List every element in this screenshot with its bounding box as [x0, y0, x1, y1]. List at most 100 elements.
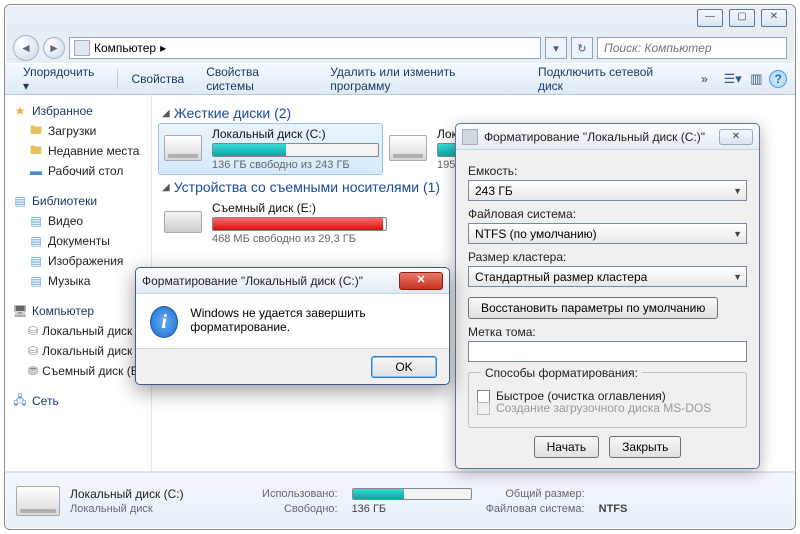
format-dialog-titlebar[interactable]: Форматирование "Локальный диск (C:)" ✕ — [456, 124, 759, 150]
sidebar-pictures[interactable]: ▤Изображения — [10, 251, 147, 271]
address-location: Компьютер — [94, 41, 156, 55]
capacity-label: Емкость: — [468, 164, 747, 178]
drive-free-text: 468 МБ свободно из 29,3 ГБ — [212, 233, 387, 245]
details-type: Локальный диск — [70, 503, 184, 515]
message-close-button[interactable]: ✕ — [399, 272, 443, 290]
help-button[interactable]: ? — [769, 70, 787, 88]
toolbar: Упорядочить ▾ Свойства Свойства системы … — [5, 63, 795, 95]
forward-button[interactable]: ► — [43, 37, 65, 59]
format-options-label: Способы форматирования: — [481, 366, 642, 380]
computer-icon — [74, 40, 90, 56]
drive-name: Съемный диск (E:) — [212, 201, 387, 215]
details-drive-name: Локальный диск (C:) — [70, 487, 184, 501]
hard-disk-icon — [389, 135, 427, 161]
usb-drive-icon — [164, 211, 202, 233]
cluster-combo[interactable]: Стандартный размер кластера — [468, 266, 747, 287]
nav-pane: ★Избранное 🖿Загрузки 🖿Недавние места ▬Ра… — [6, 95, 152, 471]
msdos-boot-checkbox: Создание загрузочного диска MS-DOS — [477, 401, 738, 415]
format-dialog-close[interactable]: ✕ — [719, 129, 753, 145]
drive-usage-bar — [212, 143, 379, 157]
sidebar-drive-c[interactable]: ⛁Локальный диск (C:) — [10, 321, 147, 341]
error-message-box: Форматирование "Локальный диск (C:)" ✕ i… — [135, 267, 450, 385]
computer-icon: 🖥 — [12, 303, 28, 319]
properties-button[interactable]: Свойства — [122, 68, 195, 90]
drive-e[interactable]: Съемный диск (E:) 468 МБ свободно из 29,… — [162, 201, 387, 245]
sidebar-recent[interactable]: 🖿Недавние места — [10, 141, 147, 161]
details-used-label: Использовано: — [198, 488, 338, 500]
drive-icon: ⛁ — [28, 323, 38, 339]
address-dropdown[interactable]: ▾ — [545, 37, 567, 59]
details-pane: Локальный диск (C:) Использовано: Общий … — [6, 472, 794, 528]
details-fs-label: Файловая система: — [486, 503, 585, 515]
favorites-header[interactable]: ★Избранное — [10, 101, 147, 121]
map-network-drive-button[interactable]: Подключить сетевой диск — [528, 61, 689, 97]
format-dialog-title: Форматирование "Локальный диск (C:)" — [484, 130, 713, 144]
network-header[interactable]: 🖧Сеть — [10, 391, 147, 411]
drive-c[interactable]: Локальный диск (C:) 136 ГБ свободно из 2… — [158, 123, 383, 175]
pictures-icon: ▤ — [28, 253, 44, 269]
libraries-icon: ▤ — [12, 193, 28, 209]
close-format-button[interactable]: Закрыть — [609, 436, 681, 458]
search-input[interactable] — [597, 37, 787, 59]
sidebar-documents[interactable]: ▤Документы — [10, 231, 147, 251]
sidebar-music[interactable]: ▤Музыка — [10, 271, 147, 291]
documents-icon: ▤ — [28, 233, 44, 249]
details-free-label: Свободно: — [198, 503, 338, 515]
folder-icon: 🖿 — [28, 123, 44, 139]
sidebar-drive-d[interactable]: ⛁Локальный диск (D:) — [10, 341, 147, 361]
details-fs-value: NTFS — [599, 503, 628, 515]
star-icon: ★ — [12, 103, 28, 119]
back-button[interactable]: ◄ — [13, 35, 39, 61]
details-total-label: Общий размер: — [486, 488, 585, 500]
uninstall-button[interactable]: Удалить или изменить программу — [320, 61, 526, 97]
volume-label-input[interactable] — [468, 341, 747, 362]
details-free-value: 136 ГБ — [352, 503, 472, 515]
message-titlebar[interactable]: Форматирование "Локальный диск (C:)" ✕ — [136, 268, 449, 294]
organize-menu[interactable]: Упорядочить ▾ — [13, 61, 113, 97]
hard-disk-icon — [16, 486, 60, 516]
address-bar-row: ◄ ► Компьютер ▸ ▾ ↻ — [5, 33, 795, 63]
view-options-button[interactable]: ☰▾ — [722, 68, 744, 90]
libraries-header[interactable]: ▤Библиотеки — [10, 191, 147, 211]
drive-name: Локальный диск (C:) — [212, 127, 379, 141]
hard-disk-icon — [164, 135, 202, 161]
format-dialog: Форматирование "Локальный диск (C:)" ✕ Е… — [455, 123, 760, 469]
category-hard-disks[interactable]: ◢Жесткие диски (2) — [162, 105, 784, 121]
network-icon: 🖧 — [12, 393, 28, 409]
preview-pane-button[interactable]: ▥ — [746, 68, 768, 90]
start-format-button[interactable]: Начать — [534, 436, 600, 458]
computer-header[interactable]: 🖥Компьютер — [10, 301, 147, 321]
video-icon: ▤ — [28, 213, 44, 229]
ok-button[interactable]: OK — [371, 356, 437, 378]
toolbar-overflow[interactable]: » — [691, 68, 718, 90]
sidebar-desktop[interactable]: ▬Рабочий стол — [10, 161, 147, 181]
maximize-button[interactable]: ▢ — [729, 9, 755, 27]
drive-free-text: 136 ГБ свободно из 243 ГБ — [212, 159, 379, 171]
music-icon: ▤ — [28, 273, 44, 289]
folder-icon: 🖿 — [28, 143, 44, 159]
usb-icon: ⛃ — [28, 363, 38, 379]
close-button[interactable]: ✕ — [761, 9, 787, 27]
restore-defaults-button[interactable]: Восстановить параметры по умолчанию — [468, 297, 718, 319]
volume-label-label: Метка тома: — [468, 325, 747, 339]
message-title: Форматирование "Локальный диск (C:)" — [142, 274, 393, 288]
filesystem-label: Файловая система: — [468, 207, 747, 221]
capacity-combo[interactable]: 243 ГБ — [468, 180, 747, 201]
info-icon: i — [150, 306, 178, 338]
filesystem-combo[interactable]: NTFS (по умолчанию) — [468, 223, 747, 244]
address-bar[interactable]: Компьютер ▸ — [69, 37, 541, 59]
sidebar-videos[interactable]: ▤Видео — [10, 211, 147, 231]
sidebar-downloads[interactable]: 🖿Загрузки — [10, 121, 147, 141]
message-text: Windows не удается завершить форматирова… — [190, 306, 435, 334]
address-arrow-icon: ▸ — [160, 41, 166, 55]
minimize-button[interactable]: — — [697, 9, 723, 27]
cluster-label: Размер кластера: — [468, 250, 747, 264]
sidebar-drive-e[interactable]: ⛃Съемный диск (E:) — [10, 361, 147, 381]
details-usage-bar — [352, 488, 472, 500]
drive-icon — [462, 129, 478, 145]
drive-usage-bar — [212, 217, 387, 231]
system-properties-button[interactable]: Свойства системы — [196, 61, 318, 97]
drive-icon: ⛁ — [28, 343, 38, 359]
titlebar: — ▢ ✕ — [5, 5, 795, 33]
refresh-button[interactable]: ↻ — [571, 37, 593, 59]
